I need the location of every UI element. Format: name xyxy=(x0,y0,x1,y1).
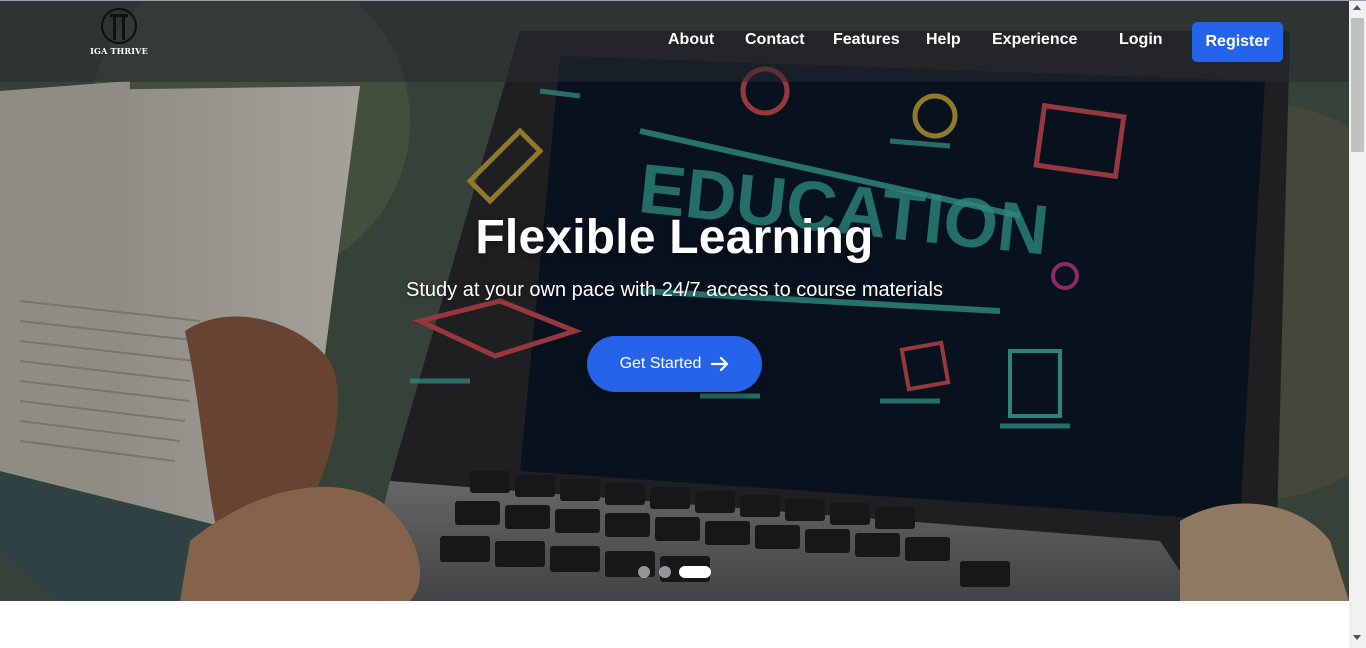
scroll-down-arrow-icon[interactable] xyxy=(1353,635,1361,640)
hero-title: Flexible Learning xyxy=(475,211,874,264)
nav-link-features[interactable]: Features xyxy=(833,31,900,49)
brand-name: IGA THRIVE xyxy=(90,46,148,56)
scroll-up-arrow-icon[interactable] xyxy=(1353,5,1361,10)
nav-link-experience[interactable]: Experience xyxy=(992,31,1077,49)
register-button[interactable]: Register xyxy=(1192,22,1283,62)
login-link[interactable]: Login xyxy=(1119,31,1163,49)
get-started-label: Get Started xyxy=(619,355,702,372)
carousel-dot-2[interactable] xyxy=(659,566,671,578)
nav-link-about[interactable]: About xyxy=(668,31,714,49)
top-navbar: IGA THRIVE About Contact Features Help E… xyxy=(0,1,1349,82)
nav-link-contact[interactable]: Contact xyxy=(745,31,805,49)
hero-carousel: EDUCATION Flexible Learning Study at you… xyxy=(0,1,1349,601)
page-scrollbar[interactable] xyxy=(1349,1,1366,648)
brand-logo[interactable]: IGA THRIVE xyxy=(88,7,150,59)
get-started-button[interactable]: Get Started xyxy=(587,336,762,392)
carousel-dot-3[interactable] xyxy=(679,566,711,578)
nav-link-help[interactable]: Help xyxy=(926,31,961,49)
page: EDUCATION Flexible Learning Study at you… xyxy=(0,0,1366,648)
arrow-right-icon xyxy=(711,356,729,372)
carousel-dot-1[interactable] xyxy=(638,566,650,578)
tt-monogram-icon xyxy=(100,7,138,45)
scroll-thumb[interactable] xyxy=(1351,18,1364,152)
hero-subtitle: Study at your own pace with 24/7 access … xyxy=(406,279,943,301)
